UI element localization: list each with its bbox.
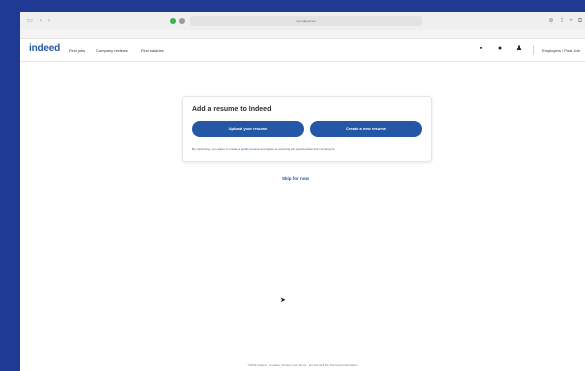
download-icon[interactable]: ⊕ — [547, 17, 555, 25]
consent-prefix: By continuing, you agree to create a — [192, 147, 241, 151]
mouse-cursor-icon: ➤ — [280, 297, 286, 304]
browser-toolbar: ▭ ‹ › my.indeed.com ⊕ ⇪ + ⧉ — [20, 12, 585, 31]
create-resume-button[interactable]: Create a new resume — [310, 121, 422, 137]
nav-company-reviews[interactable]: Company reviews — [96, 48, 128, 53]
share-icon[interactable]: ⇪ — [558, 17, 566, 25]
forward-icon[interactable]: › — [45, 17, 53, 25]
account-icon[interactable]: ♟ — [515, 45, 523, 53]
back-icon[interactable]: ‹ — [37, 17, 45, 25]
page-footer: ©2024 Indeed · Cookies, Privacy and Term… — [247, 363, 358, 367]
address-bar[interactable]: my.indeed.com — [190, 16, 422, 26]
upload-resume-button[interactable]: Upload your resume — [192, 121, 304, 137]
card-title: Add a resume to Indeed — [192, 106, 272, 113]
sidebar-icon[interactable]: ▭ — [26, 17, 34, 25]
new-tab-icon[interactable]: + — [567, 17, 575, 25]
site-header: indeed Find jobs Company reviews Find sa… — [20, 39, 585, 62]
consent-text: By continuing, you agree to create a pub… — [192, 147, 335, 151]
employers-link[interactable]: Employers / Post Job — [542, 48, 580, 53]
tab-overview-icon[interactable]: ⧉ — [576, 17, 584, 25]
add-resume-card: Add a resume to Indeed Upload your resum… — [182, 96, 432, 162]
consent-suffix: and agree to receiving job opportunities… — [259, 147, 336, 151]
nav-find-salaries[interactable]: Find salaries — [141, 48, 164, 53]
tab-strip — [20, 30, 585, 39]
skip-for-now-link[interactable]: Skip for now — [282, 176, 309, 181]
nav-find-jobs[interactable]: Find jobs — [69, 48, 85, 53]
privacy-icon — [170, 18, 176, 24]
shield-icon[interactable] — [179, 18, 185, 24]
notifications-icon[interactable]: ● — [496, 45, 504, 53]
indeed-logo[interactable]: indeed — [29, 43, 60, 54]
browser-window: ▭ ‹ › my.indeed.com ⊕ ⇪ + ⧉ indeed Find … — [20, 12, 585, 371]
public-resume-link[interactable]: public resume — [241, 147, 260, 151]
messages-icon[interactable]: ▪ — [477, 45, 485, 53]
header-divider — [533, 45, 534, 55]
